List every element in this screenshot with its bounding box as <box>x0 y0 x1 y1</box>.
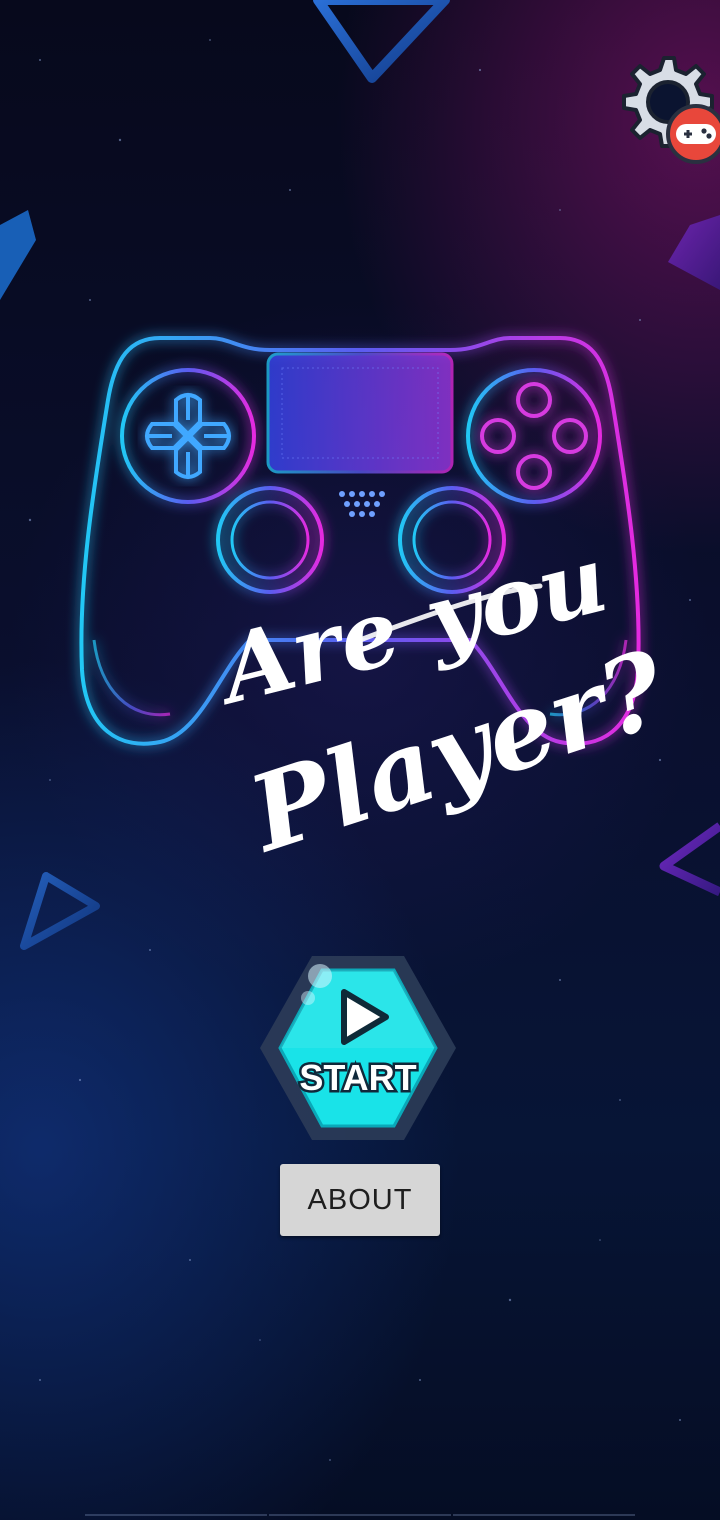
gamepad-icon <box>666 104 720 164</box>
app-screen: Are you Player? START ABOUT <box>0 0 720 1520</box>
face-buttons-icon <box>480 382 588 490</box>
bottom-nav-hint <box>84 1514 636 1520</box>
about-button[interactable]: ABOUT <box>280 1164 440 1236</box>
settings-button[interactable] <box>614 50 720 168</box>
dpad-icon <box>145 393 231 479</box>
start-button[interactable]: START <box>258 948 458 1148</box>
hero-controller-logo: Are you Player? <box>79 336 660 876</box>
touchpad <box>266 352 454 474</box>
start-label: START <box>299 1057 416 1098</box>
